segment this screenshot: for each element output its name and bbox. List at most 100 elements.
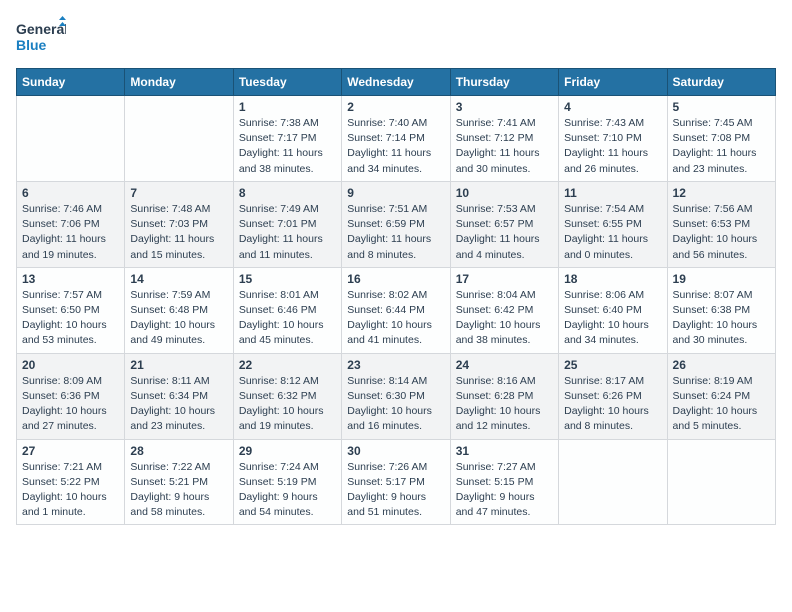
sunrise-text: Sunrise: 8:06 AM	[564, 288, 661, 303]
sunrise-text: Sunrise: 7:49 AM	[239, 202, 336, 217]
calendar-week-row: 1Sunrise: 7:38 AMSunset: 7:17 PMDaylight…	[17, 96, 776, 182]
daylight-text: Daylight: 10 hours and 30 minutes.	[673, 318, 770, 348]
calendar-cell: 7 Sunrise: 7:48 AMSunset: 7:03 PMDaylight…	[125, 181, 233, 267]
day-number: 13	[22, 272, 119, 286]
daylight-text: Daylight: 10 hours and 53 minutes.	[22, 318, 119, 348]
calendar-cell: 12Sunrise: 7:56 AMSunset: 6:53 PMDayligh…	[667, 181, 775, 267]
sunrise-text: Sunrise: 7:22 AM	[130, 460, 227, 475]
calendar-cell: 23Sunrise: 8:14 AMSunset: 6:30 PMDayligh…	[342, 353, 450, 439]
daylight-text: Daylight: 11 hours and 30 minutes.	[456, 146, 553, 176]
daylight-text: Daylight: 9 hours and 51 minutes.	[347, 490, 444, 520]
sunrise-text: Sunrise: 7:46 AM	[22, 202, 119, 217]
sunset-text: Sunset: 7:14 PM	[347, 131, 444, 146]
calendar-cell: 5 Sunrise: 7:45 AMSunset: 7:08 PMDaylight…	[667, 96, 775, 182]
daylight-text: Daylight: 10 hours and 12 minutes.	[456, 404, 553, 434]
day-number: 11	[564, 186, 661, 200]
column-header-wednesday: Wednesday	[342, 69, 450, 96]
daylight-text: Daylight: 9 hours and 47 minutes.	[456, 490, 553, 520]
calendar-cell: 20 Sunrise: 8:09 AMSunset: 6:36 PMDayligh…	[17, 353, 125, 439]
daylight-text: Daylight: 10 hours and 41 minutes.	[347, 318, 444, 348]
calendar-week-row: 13 Sunrise: 7:57 AMSunset: 6:50 PMDayligh…	[17, 267, 776, 353]
day-info: Sunrise: 7:38 AMSunset: 7:17 PMDaylight:…	[239, 116, 336, 177]
sunset-text: Sunset: 6:42 PM	[456, 303, 553, 318]
sunset-text: Sunset: 7:01 PM	[239, 217, 336, 232]
day-number: 20	[22, 358, 119, 372]
day-number: 24	[456, 358, 553, 372]
day-number: 29	[239, 444, 336, 458]
day-number: 26	[673, 358, 770, 372]
sunset-text: Sunset: 7:10 PM	[564, 131, 661, 146]
calendar-cell: 8 Sunrise: 7:49 AMSunset: 7:01 PMDaylight…	[233, 181, 341, 267]
day-number: 8	[239, 186, 336, 200]
day-info: Sunrise: 7:51 AMSunset: 6:59 PMDaylight:…	[347, 202, 444, 263]
calendar-cell: 29Sunrise: 7:24 AMSunset: 5:19 PMDayligh…	[233, 439, 341, 525]
sunrise-text: Sunrise: 7:57 AM	[22, 288, 119, 303]
sunset-text: Sunset: 5:19 PM	[239, 475, 336, 490]
logo: General Blue	[16, 16, 66, 58]
day-number: 4	[564, 100, 661, 114]
calendar-cell: 13 Sunrise: 7:57 AMSunset: 6:50 PMDayligh…	[17, 267, 125, 353]
sunset-text: Sunset: 5:15 PM	[456, 475, 553, 490]
day-info: Sunrise: 7:27 AMSunset: 5:15 PMDaylight:…	[456, 460, 553, 521]
day-info: Sunrise: 8:07 AMSunset: 6:38 PMDaylight:…	[673, 288, 770, 349]
daylight-text: Daylight: 11 hours and 19 minutes.	[22, 232, 119, 262]
day-info: Sunrise: 7:41 AMSunset: 7:12 PMDaylight:…	[456, 116, 553, 177]
day-number: 17	[456, 272, 553, 286]
sunrise-text: Sunrise: 7:24 AM	[239, 460, 336, 475]
sunset-text: Sunset: 7:06 PM	[22, 217, 119, 232]
daylight-text: Daylight: 11 hours and 34 minutes.	[347, 146, 444, 176]
sunrise-text: Sunrise: 8:19 AM	[673, 374, 770, 389]
daylight-text: Daylight: 9 hours and 58 minutes.	[130, 490, 227, 520]
calendar-cell: 2Sunrise: 7:40 AMSunset: 7:14 PMDaylight…	[342, 96, 450, 182]
daylight-text: Daylight: 10 hours and 23 minutes.	[130, 404, 227, 434]
sunset-text: Sunset: 6:38 PM	[673, 303, 770, 318]
day-info: Sunrise: 8:19 AMSunset: 6:24 PMDaylight:…	[673, 374, 770, 435]
day-info: Sunrise: 8:09 AMSunset: 6:36 PMDaylight:…	[22, 374, 119, 435]
day-info: Sunrise: 8:16 AMSunset: 6:28 PMDaylight:…	[456, 374, 553, 435]
day-info: Sunrise: 7:22 AMSunset: 5:21 PMDaylight:…	[130, 460, 227, 521]
day-number: 7	[130, 186, 227, 200]
column-header-sunday: Sunday	[17, 69, 125, 96]
calendar-cell: 27Sunrise: 7:21 AMSunset: 5:22 PMDayligh…	[17, 439, 125, 525]
sunset-text: Sunset: 6:26 PM	[564, 389, 661, 404]
daylight-text: Daylight: 10 hours and 5 minutes.	[673, 404, 770, 434]
day-number: 28	[130, 444, 227, 458]
daylight-text: Daylight: 11 hours and 26 minutes.	[564, 146, 661, 176]
day-number: 9	[347, 186, 444, 200]
sunset-text: Sunset: 6:32 PM	[239, 389, 336, 404]
sunset-text: Sunset: 5:21 PM	[130, 475, 227, 490]
calendar-week-row: 6Sunrise: 7:46 AMSunset: 7:06 PMDaylight…	[17, 181, 776, 267]
sunrise-text: Sunrise: 8:14 AM	[347, 374, 444, 389]
daylight-text: Daylight: 11 hours and 4 minutes.	[456, 232, 553, 262]
sunrise-text: Sunrise: 8:09 AM	[22, 374, 119, 389]
day-info: Sunrise: 7:45 AMSunset: 7:08 PMDaylight:…	[673, 116, 770, 177]
sunrise-text: Sunrise: 8:01 AM	[239, 288, 336, 303]
sunset-text: Sunset: 6:40 PM	[564, 303, 661, 318]
day-info: Sunrise: 7:53 AMSunset: 6:57 PMDaylight:…	[456, 202, 553, 263]
day-info: Sunrise: 7:57 AMSunset: 6:50 PMDaylight:…	[22, 288, 119, 349]
day-info: Sunrise: 7:48 AMSunset: 7:03 PMDaylight:…	[130, 202, 227, 263]
calendar-cell: 4Sunrise: 7:43 AMSunset: 7:10 PMDaylight…	[559, 96, 667, 182]
sunrise-text: Sunrise: 7:51 AM	[347, 202, 444, 217]
daylight-text: Daylight: 11 hours and 38 minutes.	[239, 146, 336, 176]
calendar-cell	[17, 96, 125, 182]
day-number: 6	[22, 186, 119, 200]
day-number: 5	[673, 100, 770, 114]
daylight-text: Daylight: 10 hours and 45 minutes.	[239, 318, 336, 348]
calendar-cell: 22Sunrise: 8:12 AMSunset: 6:32 PMDayligh…	[233, 353, 341, 439]
sunrise-text: Sunrise: 8:16 AM	[456, 374, 553, 389]
calendar-cell: 17Sunrise: 8:04 AMSunset: 6:42 PMDayligh…	[450, 267, 558, 353]
sunset-text: Sunset: 5:22 PM	[22, 475, 119, 490]
calendar-cell: 30Sunrise: 7:26 AMSunset: 5:17 PMDayligh…	[342, 439, 450, 525]
day-info: Sunrise: 7:21 AMSunset: 5:22 PMDaylight:…	[22, 460, 119, 521]
daylight-text: Daylight: 11 hours and 0 minutes.	[564, 232, 661, 262]
day-info: Sunrise: 8:12 AMSunset: 6:32 PMDaylight:…	[239, 374, 336, 435]
daylight-text: Daylight: 10 hours and 1 minute.	[22, 490, 119, 520]
sunrise-text: Sunrise: 7:54 AM	[564, 202, 661, 217]
day-number: 2	[347, 100, 444, 114]
calendar-cell: 16Sunrise: 8:02 AMSunset: 6:44 PMDayligh…	[342, 267, 450, 353]
column-header-friday: Friday	[559, 69, 667, 96]
day-info: Sunrise: 8:14 AMSunset: 6:30 PMDaylight:…	[347, 374, 444, 435]
column-header-thursday: Thursday	[450, 69, 558, 96]
day-info: Sunrise: 7:49 AMSunset: 7:01 PMDaylight:…	[239, 202, 336, 263]
